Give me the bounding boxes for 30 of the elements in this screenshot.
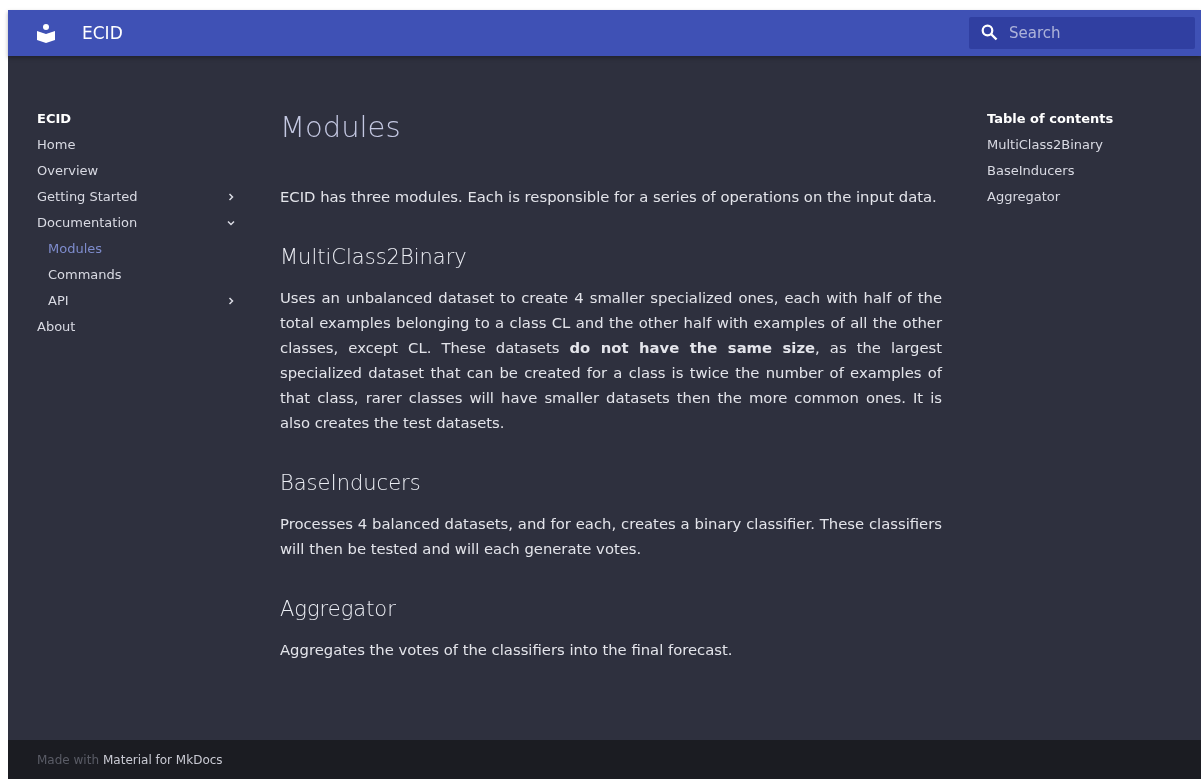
paragraph: Uses an unbalanced dataset to create 4 smaller specialized ones, each with half of the total examples belonging to a class CL and the other half with examples of all the other classes, except CL. These datasets do not have the same size, as the largest specialized dataset that can be created for a class is twice the number of examples of that class, rarer classes will have smaller datasets then the more common ones. It is also creates the test datasets. <box>280 288 942 433</box>
footer-link[interactable]: Material for MkDocs <box>103 752 223 767</box>
section-heading: BaseInducers <box>280 471 422 495</box>
book-reader-icon <box>36 23 56 43</box>
paragraph: Processes 4 balanced datasets, and for each, creates a binary classifier. These classifiers will then be tested and will each generate votes. <box>280 514 942 559</box>
nav-link[interactable]: Home <box>37 132 242 158</box>
site-title: ECID <box>82 23 124 43</box>
page-title: Modules <box>280 110 402 144</box>
chevron-down-icon <box>226 218 236 228</box>
nav-section[interactable]: Documentation <box>37 210 242 236</box>
footer-text: Made with <box>37 752 99 767</box>
paragraph: ECID has three modules. Each is responsible for a series of operations on the input data. <box>280 187 938 207</box>
paragraph: Aggregates the votes of the classifiers into the final forecast. <box>280 640 734 660</box>
section-heading: MultiClass2Binary <box>280 245 468 269</box>
toc-link[interactable]: MultiClass2Binary <box>987 132 1114 158</box>
nav-link[interactable]: Commands <box>37 262 242 288</box>
toc-title: Table of contents <box>987 110 1114 128</box>
nav-link[interactable]: About <box>37 314 242 340</box>
chevron-right-icon <box>226 192 236 202</box>
nav-section[interactable]: API <box>37 288 242 314</box>
nav-link[interactable]: Modules <box>37 236 242 262</box>
nav-title: ECID <box>37 110 73 128</box>
chevron-right-icon <box>226 296 236 306</box>
toc-link[interactable]: BaseInducers <box>987 158 1114 184</box>
search-field[interactable]: Search <box>969 17 1195 49</box>
nav-section[interactable]: Getting Started <box>37 184 242 210</box>
toc-link[interactable]: Aggregator <box>987 184 1114 210</box>
section-heading: Aggregator <box>280 597 397 621</box>
nav-link[interactable]: Overview <box>37 158 242 184</box>
search-icon <box>981 24 998 41</box>
